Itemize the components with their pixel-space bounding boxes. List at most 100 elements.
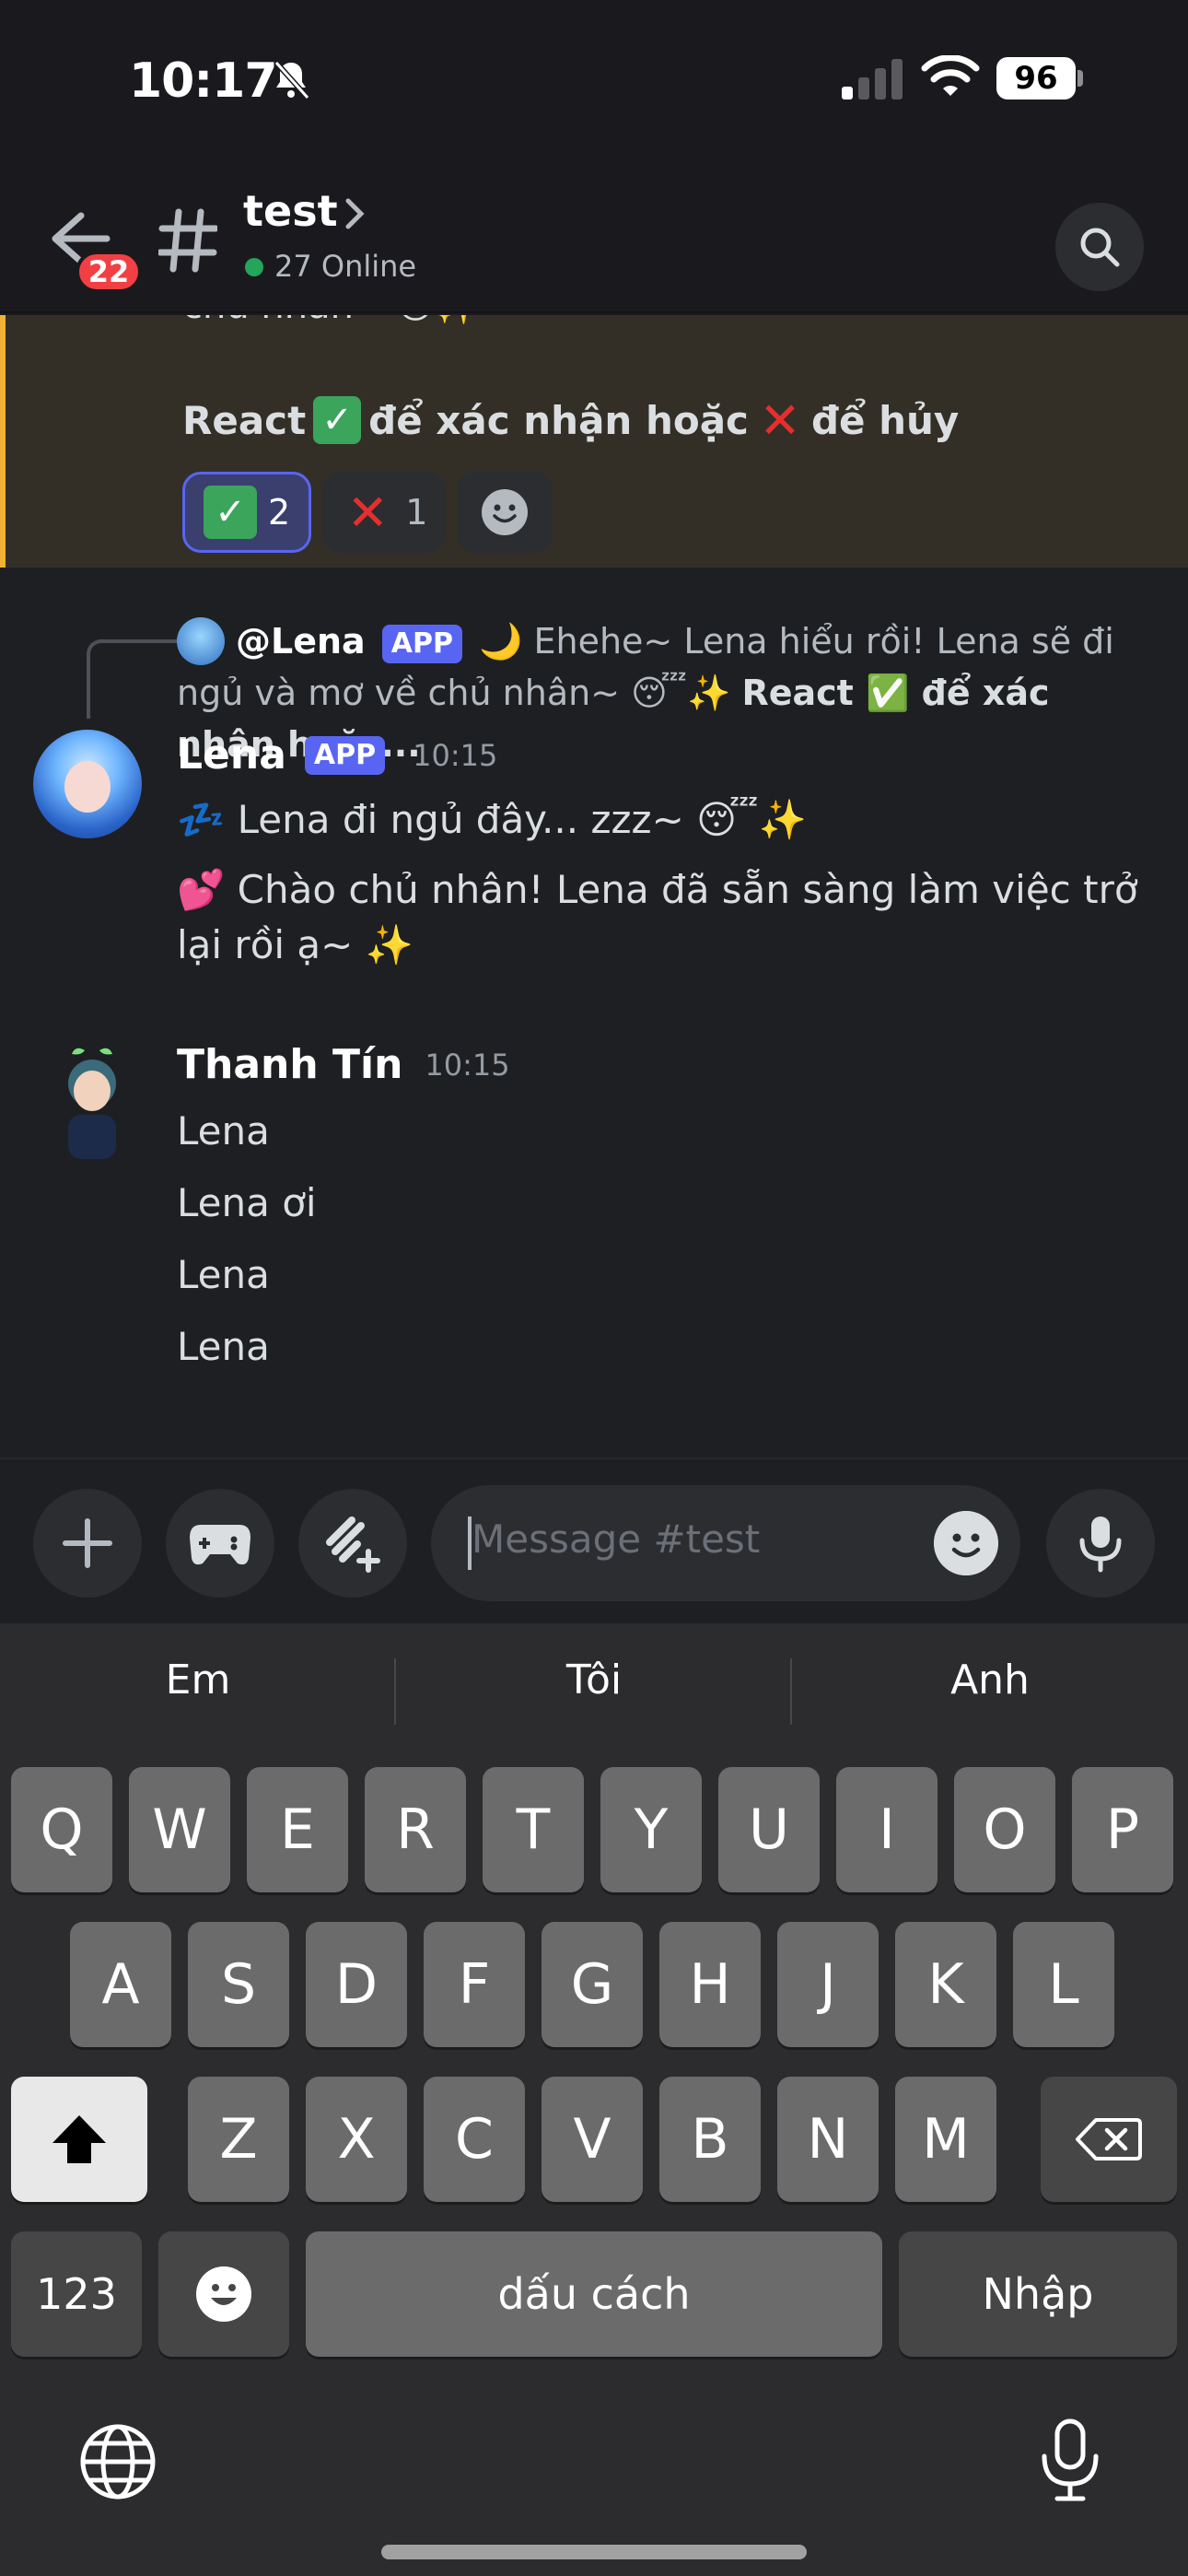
shift-icon xyxy=(52,2115,106,2163)
hash-icon xyxy=(158,208,217,273)
highlighted-message: chủ nhân~ 😊✨ React ✓ để xác nhận hoặc ✕ … xyxy=(0,315,1188,568)
voice-button[interactable] xyxy=(1046,1489,1155,1598)
unread-badge: 22 xyxy=(76,251,142,293)
status-time: 10:17 xyxy=(129,53,278,109)
key-p[interactable]: P xyxy=(1072,1767,1173,1892)
channel-header: 22 test 27 Online xyxy=(0,166,1188,313)
space-key[interactable]: dấu cách xyxy=(306,2231,882,2357)
avatar[interactable] xyxy=(33,730,142,838)
channel-name[interactable]: test xyxy=(243,186,338,236)
key-r[interactable]: R xyxy=(365,1767,466,1892)
key-u[interactable]: U xyxy=(718,1767,820,1892)
keyboard: Em Tôi Anh Q W E R T Y U I O P A S D F G… xyxy=(0,1623,1188,2576)
message-text: 💤 Lena đi ngủ đây... zzz~ 😴✨ xyxy=(177,797,807,842)
apps-icon xyxy=(326,1516,380,1573)
battery-indicator: 96 xyxy=(996,57,1083,100)
input-placeholder: Message #test xyxy=(472,1516,761,1562)
reply-connector xyxy=(87,639,179,719)
add-reaction-button[interactable] xyxy=(457,472,553,553)
key-t[interactable]: T xyxy=(483,1767,584,1892)
backspace-key[interactable] xyxy=(1041,2077,1177,2202)
key-j[interactable]: J xyxy=(777,1922,879,2047)
key-s[interactable]: S xyxy=(188,1922,289,2047)
key-l[interactable]: L xyxy=(1013,1922,1114,2047)
bell-off-icon xyxy=(274,60,310,100)
signal-icon xyxy=(842,59,903,100)
message-partial-text: chủ nhân~ 😊✨ xyxy=(182,315,481,327)
online-count: 27 Online xyxy=(274,249,417,284)
key-f[interactable]: F xyxy=(424,1922,525,2047)
message-text: Lena ơi xyxy=(177,1180,317,1225)
key-w[interactable]: W xyxy=(129,1767,230,1892)
check-emoji-icon: ✓ xyxy=(313,396,362,444)
return-key[interactable]: Nhập xyxy=(899,2231,1177,2357)
globe-icon[interactable] xyxy=(79,2423,157,2500)
check-emoji-icon: ✓ xyxy=(204,486,257,539)
plus-icon xyxy=(63,1518,112,1568)
message-header: Lena APP 10:15 xyxy=(177,732,497,779)
numbers-key[interactable]: 123 xyxy=(11,2231,142,2357)
key-g[interactable]: G xyxy=(542,1922,643,2047)
message-composer: Message #test xyxy=(0,1458,1188,1623)
apps-button[interactable] xyxy=(298,1489,407,1598)
suggestion-item[interactable]: Tôi xyxy=(396,1657,792,1704)
search-button[interactable] xyxy=(1055,203,1144,291)
key-o[interactable]: O xyxy=(954,1767,1055,1892)
key-h[interactable]: H xyxy=(659,1922,761,2047)
dictation-mic-icon[interactable] xyxy=(1039,2418,1101,2502)
key-m[interactable]: M xyxy=(895,2077,996,2202)
reaction-check[interactable]: ✓ 2 xyxy=(182,472,312,553)
key-c[interactable]: C xyxy=(424,2077,525,2202)
message-text: Lena xyxy=(177,1324,270,1369)
key-n[interactable]: N xyxy=(777,2077,879,2202)
emoji-icon xyxy=(482,489,529,535)
key-y[interactable]: Y xyxy=(600,1767,702,1892)
home-indicator[interactable] xyxy=(381,2545,807,2559)
reactions-bar: ✓ 2 ✕ 1 xyxy=(182,472,553,553)
key-k[interactable]: K xyxy=(895,1922,996,2047)
react-instruction: React ✓ để xác nhận hoặc ✕ để hủy xyxy=(182,391,960,450)
reaction-cross[interactable]: ✕ 1 xyxy=(322,472,447,553)
key-b[interactable]: B xyxy=(659,2077,761,2202)
timestamp: 10:15 xyxy=(425,1047,510,1083)
message-header: Thanh Tín 10:15 xyxy=(177,1041,510,1088)
avatar[interactable] xyxy=(48,1043,136,1163)
search-icon xyxy=(1080,228,1120,267)
app-tag: APP xyxy=(381,624,462,663)
author-name[interactable]: Thanh Tín xyxy=(177,1041,402,1088)
mic-icon xyxy=(1079,1516,1122,1573)
attach-button[interactable] xyxy=(33,1489,142,1598)
message-list[interactable]: chủ nhân~ 😊✨ React ✓ để xác nhận hoặc ✕ … xyxy=(0,315,1188,1458)
activities-button[interactable] xyxy=(166,1489,274,1598)
suggestion-bar: Em Tôi Anh xyxy=(0,1623,1188,1752)
cross-emoji-icon: ✕ xyxy=(346,483,389,542)
key-e[interactable]: E xyxy=(247,1767,348,1892)
message-text: Lena xyxy=(177,1108,270,1153)
chevron-right-icon[interactable] xyxy=(343,195,368,232)
author-name[interactable]: Lena xyxy=(177,732,286,779)
emoji-icon xyxy=(196,2266,251,2322)
key-a[interactable]: A xyxy=(70,1922,171,2047)
battery-level: 96 xyxy=(996,57,1076,100)
emoji-icon[interactable] xyxy=(934,1511,998,1575)
wifi-icon xyxy=(921,55,980,96)
gamepad-icon xyxy=(190,1525,250,1565)
key-i[interactable]: I xyxy=(836,1767,938,1892)
emoji-key[interactable] xyxy=(158,2231,289,2357)
suggestion-item[interactable]: Em xyxy=(0,1657,396,1704)
key-q[interactable]: Q xyxy=(11,1767,112,1892)
key-v[interactable]: V xyxy=(542,2077,643,2202)
cross-emoji-icon: ✕ xyxy=(759,391,801,450)
message-input[interactable]: Message #test xyxy=(431,1485,1020,1601)
online-dot xyxy=(245,258,263,276)
message-text: 💕 Chào chủ nhân! Lena đã sẵn sàng làm vi… xyxy=(177,867,1138,967)
shift-key[interactable] xyxy=(11,2077,147,2202)
key-d[interactable]: D xyxy=(306,1922,407,2047)
status-bar: 10:17 96 xyxy=(0,0,1188,166)
app-tag: APP xyxy=(304,735,386,775)
message-text: Lena xyxy=(177,1252,270,1297)
backspace-icon xyxy=(1076,2118,1142,2160)
key-x[interactable]: X xyxy=(306,2077,407,2202)
key-z[interactable]: Z xyxy=(188,2077,289,2202)
suggestion-item[interactable]: Anh xyxy=(792,1657,1188,1704)
